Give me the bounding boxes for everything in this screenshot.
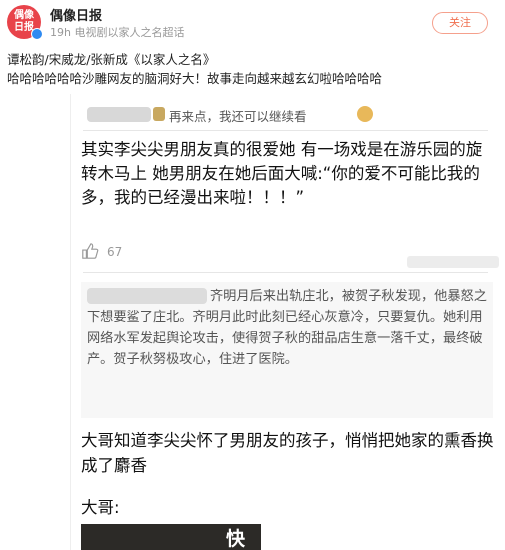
blurred-username: [87, 107, 151, 122]
thumbs-up-icon[interactable]: [81, 242, 99, 260]
follow-button[interactable]: 关注: [432, 12, 488, 34]
verified-icon: [31, 28, 43, 40]
post-text: 谭松韵/宋威龙/张新成《以家人之名》 哈哈哈哈哈哈沙雕网友的脑洞好大！故事走向越…: [7, 50, 497, 88]
divider: [83, 272, 488, 273]
speaker-label: 大哥:: [81, 498, 120, 517]
quoted-comment: 齐明月后来出轨庄北，被贺子秋发现，他暴怒之下想要鲨了庄北。齐明月此时此刻已经心灰…: [81, 282, 493, 418]
username[interactable]: 偶像日报: [50, 5, 102, 24]
post-line-2: 哈哈哈哈哈哈沙雕网友的脑洞好大！故事走向越来越玄幻啦哈哈哈哈: [7, 71, 383, 86]
post-header: 偶像日报 偶像日报 19h 电视剧以家人之名超话 关注: [0, 0, 505, 44]
blurred-region: [407, 256, 499, 268]
reply-line: 再来点，我还可以继续看: [87, 104, 387, 126]
comment-screenshot[interactable]: 再来点，我还可以继续看 其实李尖尖男朋友真的很爱她 有一场戏是在游乐园的旋转木马…: [70, 94, 505, 550]
comment-text-2: 大哥知道李尖尖怀了男朋友的孩子，悄悄把她家的熏香换成了麝香: [81, 431, 494, 475]
reply-text: 再来点，我还可以继续看: [169, 109, 307, 124]
emoji-icon: [153, 107, 165, 121]
like-count: 67: [107, 245, 123, 259]
video-caption: 快: [226, 528, 246, 550]
comment-text-1: 其实李尖尖男朋友真的很爱她 有一场戏是在游乐园的旋转木马上 她男朋友在她后面大喊…: [81, 140, 483, 207]
post-meta[interactable]: 19h 电视剧以家人之名超话: [50, 24, 184, 40]
post-line-1: 谭松韵/宋威龙/张新成《以家人之名》: [7, 52, 216, 67]
divider: [83, 130, 488, 131]
quote-text: 齐明月后来出轨庄北，被贺子秋发现，他暴怒之下想要鲨了庄北。齐明月此时此刻已经心灰…: [87, 289, 487, 367]
dog-emoji-icon: [357, 106, 373, 122]
